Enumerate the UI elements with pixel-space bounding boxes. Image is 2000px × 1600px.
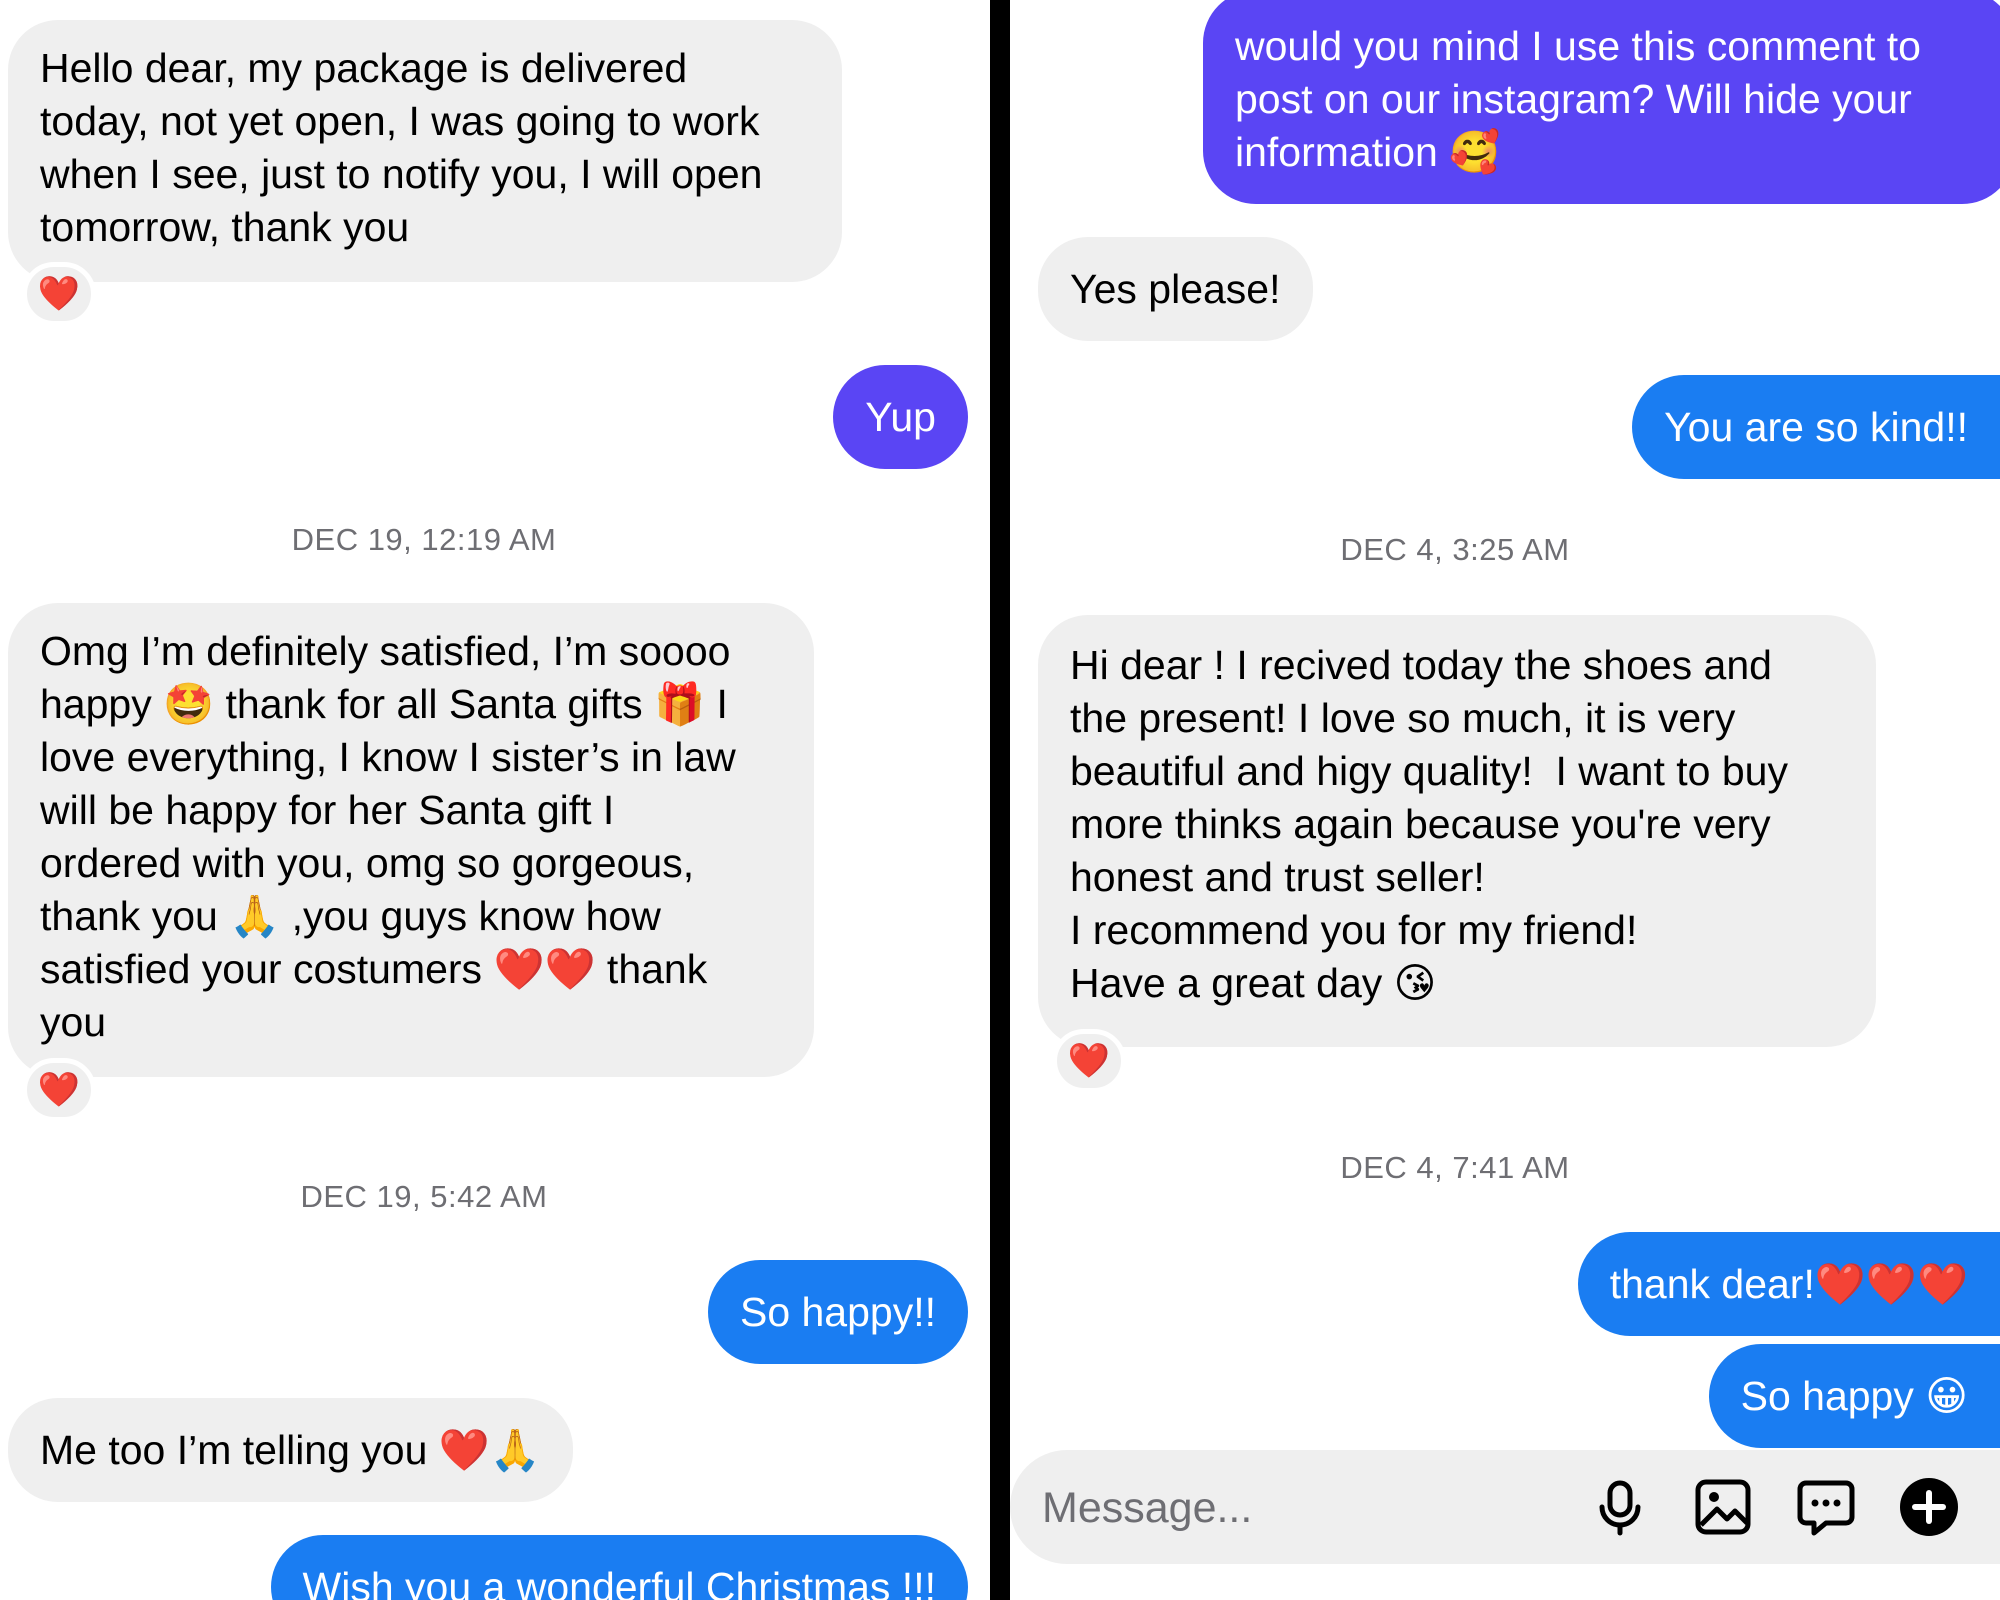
image-icon[interactable] [1693,1477,1753,1537]
microphone-icon[interactable] [1590,1477,1650,1537]
screenshot-divider [990,0,1010,1600]
outgoing-message[interactable]: Yup [833,365,968,469]
outgoing-message[interactable]: So happy 😀 [1708,1344,2000,1448]
heart-reaction-icon[interactable]: ❤️ [22,1058,96,1122]
timestamp: DEC 4, 7:41 AM [1340,1150,1570,1185]
sticker-chat-icon[interactable] [1796,1477,1856,1537]
outgoing-message[interactable]: So happy!! [707,1260,968,1364]
timestamp: DEC 4, 3:25 AM [1340,532,1570,567]
outgoing-message[interactable]: thank dear!❤️❤️❤️ [1577,1232,2000,1336]
timestamp: DEC 19, 5:42 AM [300,1179,548,1214]
incoming-message[interactable]: Yes please! [1038,237,1313,341]
timestamp: DEC 19, 12:19 AM [291,522,557,557]
outgoing-message[interactable]: You are so kind!! [1632,375,2000,479]
incoming-message[interactable]: Hi dear ! I recived today the shoes and … [1038,615,1876,1047]
incoming-message[interactable]: Me too I’m telling you ❤️🙏 [8,1398,573,1502]
add-icon[interactable] [1899,1477,1959,1537]
incoming-message[interactable]: Omg I’m definitely satisfied, I’m soooo … [8,603,814,1077]
right-chat-panel: would you mind I use this comment to pos… [1010,0,2000,1600]
left-chat-panel: Hello dear, my package is delivered toda… [0,0,990,1600]
outgoing-message[interactable]: Wish you a wonderful Christmas !!! [270,1535,968,1600]
message-input[interactable] [1040,1450,1564,1566]
outgoing-message[interactable]: would you mind I use this comment to pos… [1203,0,2000,204]
heart-reaction-icon[interactable]: ❤️ [1052,1029,1126,1093]
message-composer [1010,1450,2000,1566]
heart-reaction-icon[interactable]: ❤️ [22,262,96,326]
incoming-message[interactable]: Hello dear, my package is delivered toda… [8,20,842,282]
